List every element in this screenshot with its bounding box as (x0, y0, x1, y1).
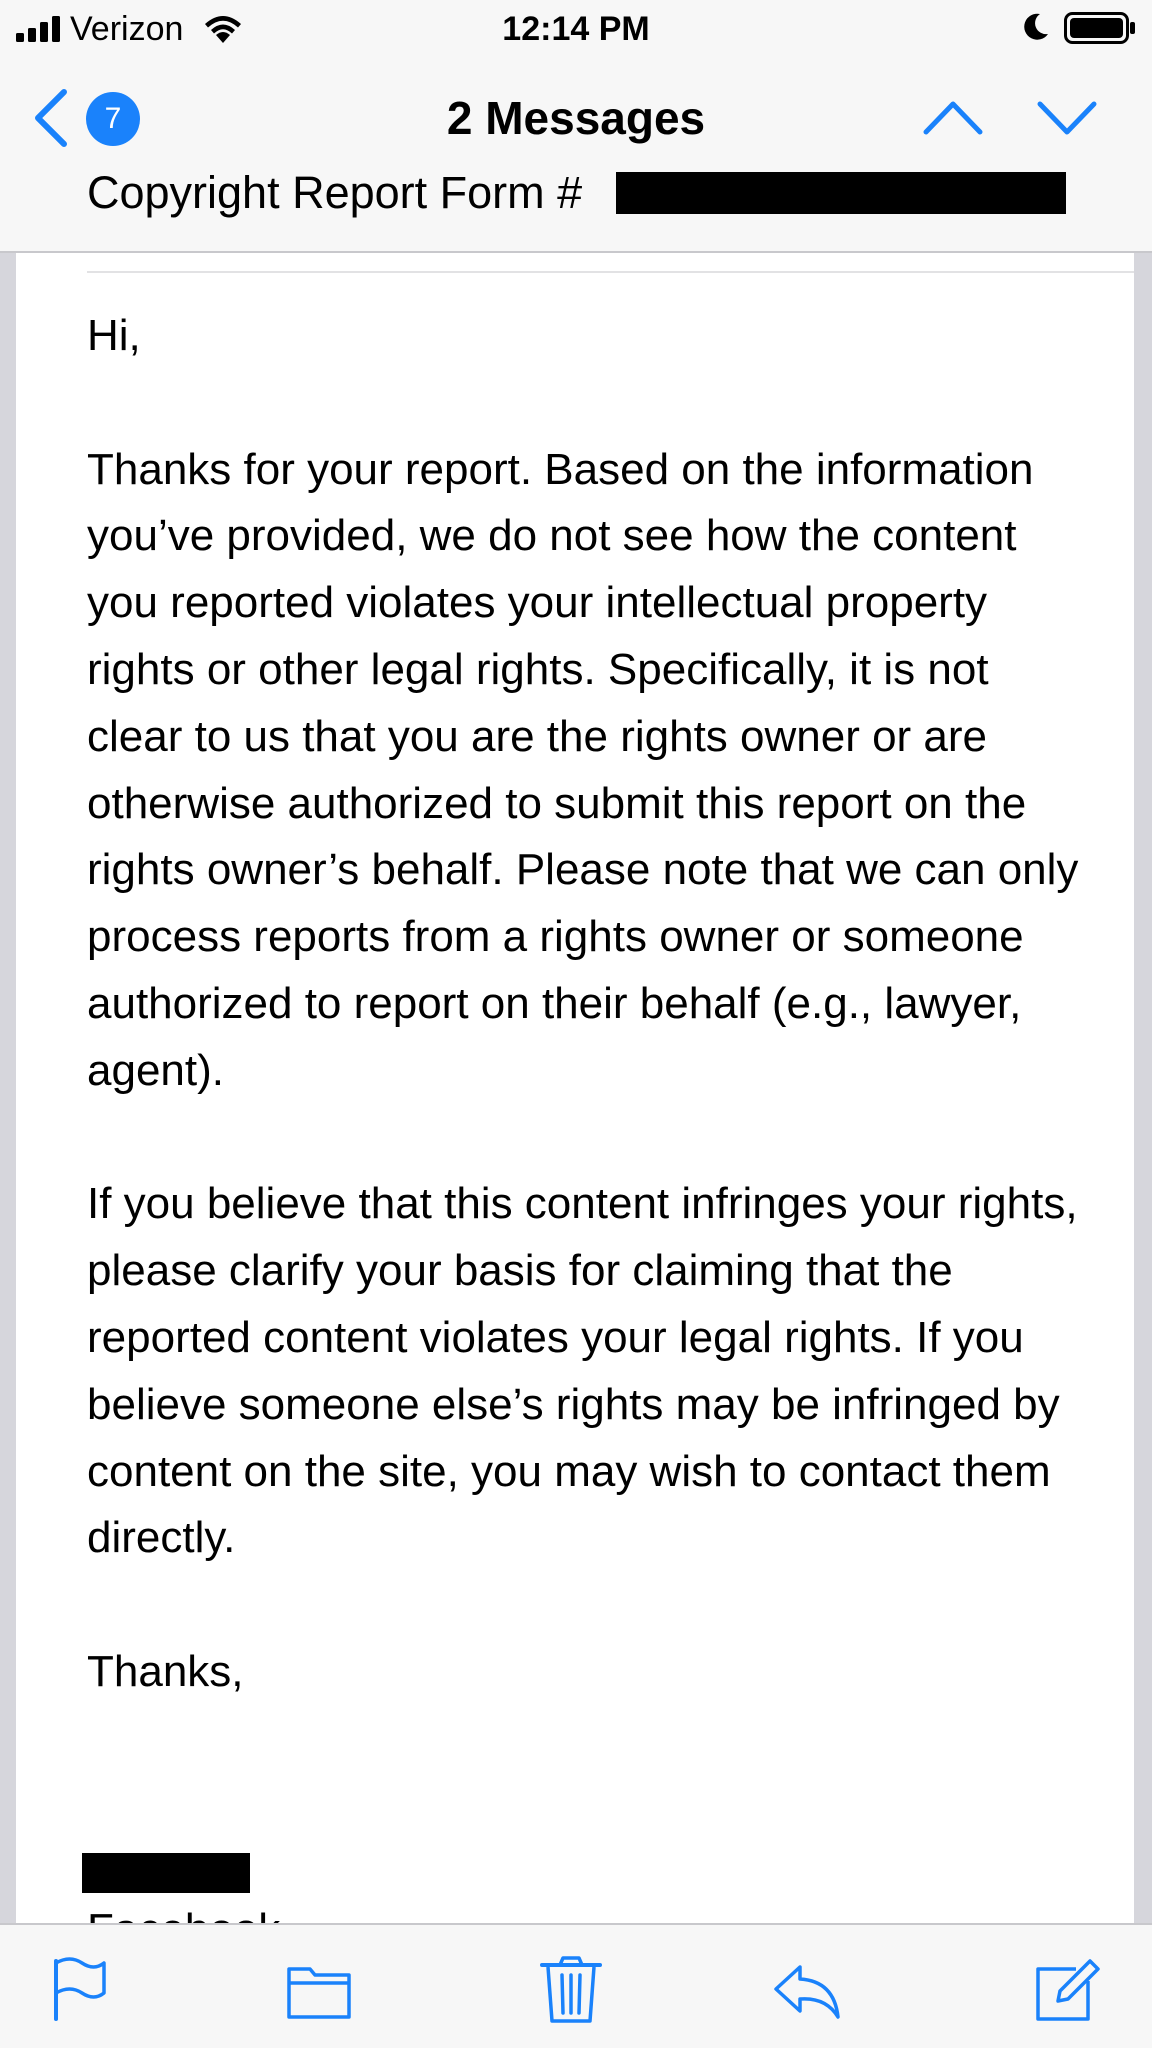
status-bar: Verizon 12:14 PM (0, 0, 1152, 58)
battery-icon (1064, 12, 1135, 44)
status-time: 12:14 PM (502, 10, 650, 48)
flag-icon[interactable] (44, 1955, 114, 2025)
divider (87, 271, 1134, 273)
sign-off: Thanks, (87, 1646, 244, 1696)
up-arrow-icon[interactable] (922, 98, 984, 138)
bottom-toolbar (0, 1923, 1152, 2048)
down-arrow-icon[interactable] (1036, 98, 1098, 138)
message-nav-bar: 7 2 Messages Copyright Report Form # (0, 58, 1152, 253)
trash-icon[interactable] (536, 1955, 606, 2025)
redaction-bar-subject (616, 172, 1066, 214)
message-body: Hi, Thanks for your report. Based on the… (16, 253, 1134, 1923)
folder-icon[interactable] (284, 1955, 354, 2025)
reply-icon[interactable] (772, 1955, 842, 2025)
body-paragraph: Thanks for your report. Based on the inf… (87, 444, 1079, 1095)
compose-icon[interactable] (1032, 1955, 1102, 2025)
greeting: Hi, (87, 311, 141, 360)
moon-icon (1024, 13, 1048, 40)
message-subject: Copyright Report Form # (87, 167, 583, 218)
signature-company: Facebook (87, 1897, 280, 1923)
message-text: Hi, Thanks for your report. Based on the… (87, 303, 1087, 1773)
redaction-bar-signature (82, 1853, 250, 1893)
body-paragraph: If you believe that this content infring… (87, 1179, 1078, 1563)
